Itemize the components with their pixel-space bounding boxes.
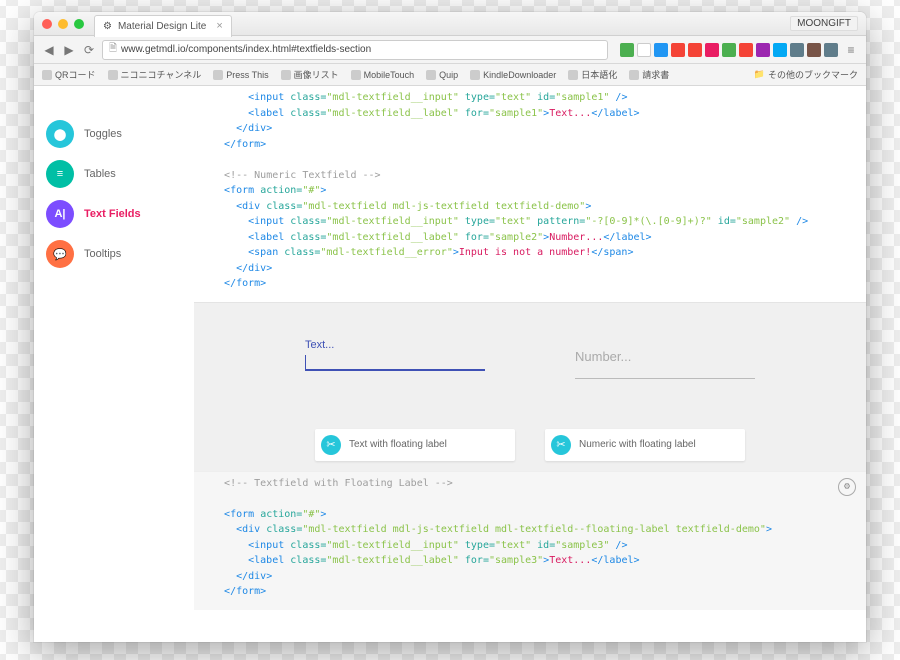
close-window-icon[interactable]	[42, 19, 52, 29]
extension-icon[interactable]	[637, 43, 651, 57]
bookmark-item[interactable]: MobileTouch	[351, 70, 415, 80]
text-input-underline	[305, 369, 485, 371]
extension-icon[interactable]	[705, 43, 719, 57]
chip-text-floating[interactable]: ✂ Text with floating label	[315, 429, 515, 461]
bookmark-label: Quip	[439, 70, 458, 80]
sidebar-item-label: Text Fields	[84, 208, 141, 220]
bookmark-item[interactable]: ニコニコチャンネル	[108, 68, 202, 81]
chip-numeric-floating[interactable]: ✂ Numeric with floating label	[545, 429, 745, 461]
bookmark-favicon-icon	[629, 70, 639, 80]
main-panel: <input class="mdl-textfield__input" type…	[194, 86, 866, 642]
bookmark-item[interactable]: 請求書	[629, 68, 669, 81]
code-block-floating: <!-- Textfield with Floating Label --> ⚙…	[194, 471, 866, 610]
url-bar: ◀ ▶ ⟳ 🗎 www.getmdl.io/components/index.h…	[34, 36, 866, 64]
number-input-placeholder: Number...	[575, 349, 755, 364]
url-field[interactable]: 🗎 www.getmdl.io/components/index.html#te…	[102, 40, 608, 60]
extension-icon[interactable]	[807, 43, 821, 57]
sidebar-item-tooltips[interactable]: 💬 Tooltips	[46, 234, 194, 274]
bookmark-favicon-icon	[213, 70, 223, 80]
codepen-icon[interactable]: ⚙	[838, 478, 856, 496]
bookmark-label: QRコード	[55, 68, 96, 81]
bookmark-item[interactable]: 日本語化	[568, 68, 617, 81]
component-sidebar: ⬤ Toggles ≡ Tables A| Text Fields 💬 Tooltips	[34, 86, 194, 642]
bookmark-label: ニコニコチャンネル	[121, 68, 202, 81]
sidebar-icon: ⬤	[46, 120, 74, 148]
extension-icon[interactable]	[824, 43, 838, 57]
nav-reload-icon[interactable]: ⟳	[82, 43, 96, 57]
bookmark-item[interactable]: QRコード	[42, 68, 96, 81]
number-input-underline	[575, 378, 755, 379]
code-block-basic: <input class="mdl-textfield__input" type…	[194, 86, 866, 302]
extension-icon[interactable]	[790, 43, 804, 57]
bookmark-item[interactable]: Press This	[213, 70, 268, 80]
extension-icon[interactable]	[688, 43, 702, 57]
bookmark-favicon-icon	[281, 70, 291, 80]
bookmark-label: 日本語化	[581, 68, 617, 81]
bookmark-favicon-icon	[568, 70, 578, 80]
bookmark-item[interactable]: KindleDownloader	[470, 70, 556, 80]
number-input-demo[interactable]: Number...	[575, 343, 755, 379]
nav-back-icon[interactable]: ◀	[42, 43, 56, 57]
extension-icons	[620, 43, 838, 57]
other-bookmarks-label: その他のブックマーク	[768, 68, 858, 81]
sidebar-item-tables[interactable]: ≡ Tables	[46, 154, 194, 194]
window-controls	[42, 19, 84, 29]
sidebar-icon: ≡	[46, 160, 74, 188]
text-input-demo[interactable]: Text...	[305, 343, 485, 379]
extension-icon[interactable]	[756, 43, 770, 57]
bookmark-favicon-icon	[426, 70, 436, 80]
scissors-icon: ✂	[551, 435, 571, 455]
extension-icon[interactable]	[773, 43, 787, 57]
bookmark-label: MobileTouch	[364, 70, 415, 80]
chip-label: Numeric with floating label	[579, 439, 696, 450]
sidebar-item-toggles[interactable]: ⬤ Toggles	[46, 114, 194, 154]
bookmark-label: 画像リスト	[294, 68, 339, 81]
tab-favicon-icon: ⚙	[103, 21, 112, 32]
bookmark-favicon-icon	[470, 70, 480, 80]
user-badge[interactable]: MOONGIFT	[790, 16, 858, 31]
nav-forward-icon[interactable]: ▶	[62, 43, 76, 57]
bookmark-item[interactable]: Quip	[426, 70, 458, 80]
maximize-window-icon[interactable]	[74, 19, 84, 29]
bookmark-favicon-icon	[108, 70, 118, 80]
bookmark-favicon-icon	[42, 70, 52, 80]
extension-icon[interactable]	[722, 43, 736, 57]
textfield-demo-area: Text... Number... ✂ Text with floating l…	[194, 302, 866, 471]
chip-label: Text with floating label	[349, 439, 447, 450]
text-input-label: Text...	[305, 339, 485, 351]
titlebar: ⚙ Material Design Lite × MOONGIFT	[34, 12, 866, 36]
tab-title: Material Design Lite	[118, 21, 206, 32]
extension-icon[interactable]	[620, 43, 634, 57]
browser-window: ⚙ Material Design Lite × MOONGIFT ◀ ▶ ⟳ …	[34, 12, 866, 642]
extension-icon[interactable]	[654, 43, 668, 57]
sidebar-item-label: Tables	[84, 168, 116, 180]
bookmark-item[interactable]: 画像リスト	[281, 68, 339, 81]
sidebar-icon: 💬	[46, 240, 74, 268]
browser-tab[interactable]: ⚙ Material Design Lite ×	[94, 15, 232, 37]
bookmark-label: 請求書	[642, 68, 669, 81]
extension-icon[interactable]	[671, 43, 685, 57]
extension-icon[interactable]	[739, 43, 753, 57]
bookmark-label: Press This	[226, 70, 268, 80]
page-icon: 🗎	[109, 41, 117, 58]
other-bookmarks[interactable]: 📁 その他のブックマーク	[754, 68, 858, 81]
url-text: www.getmdl.io/components/index.html#text…	[121, 44, 371, 55]
sidebar-icon: A|	[46, 200, 74, 228]
minimize-window-icon[interactable]	[58, 19, 68, 29]
sidebar-item-label: Toggles	[84, 128, 122, 140]
tab-close-icon[interactable]: ×	[216, 20, 222, 32]
bookmark-favicon-icon	[351, 70, 361, 80]
text-cursor-icon	[305, 355, 306, 371]
menu-icon[interactable]: ≡	[844, 43, 858, 57]
bookmark-bar: QRコード ニコニコチャンネル Press This 画像リスト MobileTouch…	[34, 64, 866, 86]
folder-icon: 📁	[754, 69, 765, 80]
page-content: ⬤ Toggles ≡ Tables A| Text Fields 💬 Tooltips <i…	[34, 86, 866, 642]
sidebar-item-label: Tooltips	[84, 248, 121, 260]
scissors-icon: ✂	[321, 435, 341, 455]
sidebar-item-text-fields[interactable]: A| Text Fields	[46, 194, 194, 234]
bookmark-label: KindleDownloader	[483, 70, 556, 80]
